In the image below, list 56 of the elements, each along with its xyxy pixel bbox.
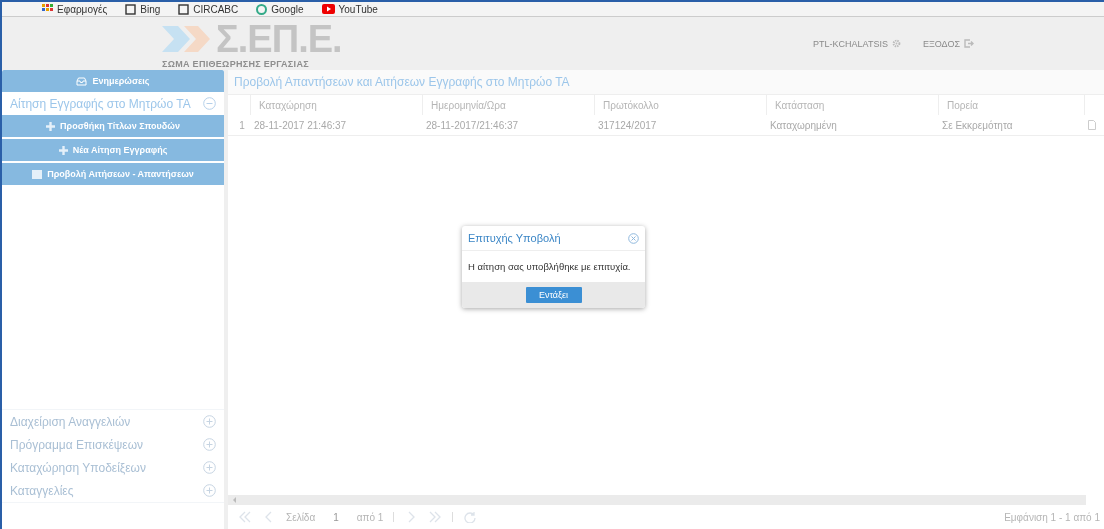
table-cell: 28-11-2017/21:46:37	[422, 115, 594, 136]
records-summary: Εμφάνιση 1 - 1 από 1	[1004, 511, 1100, 523]
gear-icon	[891, 39, 901, 48]
square-icon	[178, 3, 190, 15]
page-number-field[interactable]: 1	[325, 511, 347, 523]
expand-icon	[203, 461, 216, 474]
submenu-button[interactable]: Νέα Αίτηση Εγγραφής	[2, 139, 224, 161]
column-header[interactable]: Ημερομηνία/Ωρα	[422, 95, 594, 115]
table-cell: Καταχωρημένη	[766, 115, 938, 136]
menu-section[interactable]: Καταχώρηση Υποδείξεων	[2, 456, 224, 479]
user-link[interactable]: PTL-KCHALATSIS	[813, 38, 901, 49]
square-icon	[125, 3, 137, 15]
last-page-icon[interactable]	[428, 511, 443, 523]
submenu-button[interactable]: Προσθήκη Τίτλων Σπουδών	[2, 115, 224, 137]
logo-subtitle: ΣΩΜΑ ΕΠΙΘΕΩΡΗΣΗΣ ΕΡΓΑΣΙΑΣ	[162, 59, 309, 69]
dialog-message: Η αίτηση σας υποβλήθηκε με επιτυχία.	[467, 260, 632, 274]
row-number: 1	[228, 115, 250, 136]
expand-icon	[203, 484, 216, 497]
column-header[interactable]: Πρωτόκολλο	[594, 95, 766, 115]
circle-icon	[256, 3, 268, 15]
column-header[interactable]: Κατάσταση	[766, 95, 938, 115]
collapse-icon	[203, 97, 216, 110]
inbox-icon	[76, 76, 88, 86]
page-count: από 1	[356, 511, 384, 523]
dialog-title: Επιτυχής Υποβολή	[468, 232, 561, 244]
page-label: Σελίδα	[286, 511, 316, 523]
expand-icon	[203, 415, 216, 428]
menu-section[interactable]: Διαχείριση Αναγγελιών	[2, 410, 224, 433]
page-title: Προβολή Απαντήσεων και Αιτήσεων Εγγραφής στο Μητρώο ΤΑ	[228, 70, 1104, 95]
bookmark-link[interactable]: Bing	[125, 3, 161, 15]
logout-icon	[964, 39, 974, 48]
refresh-icon[interactable]	[463, 511, 478, 523]
scroll-left-icon	[232, 497, 238, 503]
ok-button[interactable]: Εντάξει	[525, 287, 582, 303]
bookmark-link[interactable]: Google	[256, 3, 304, 15]
bookmark-link[interactable]: Εφαρμογές	[42, 3, 108, 15]
plus-icon	[58, 145, 68, 155]
expand-icon	[203, 438, 216, 451]
column-header[interactable]: Καταχώρηση	[250, 95, 422, 115]
bookmark-link[interactable]: CIRCABC	[178, 3, 239, 15]
submenu-button[interactable]: Προβολή Αιτήσεων - Απαντήσεων	[2, 163, 224, 185]
bookmark-link[interactable]: YouTube	[321, 3, 378, 15]
table-icon	[32, 169, 43, 179]
logout-link[interactable]: ΕΞΟΔΟΣ	[922, 38, 974, 49]
menu-section[interactable]: Πρόγραμμα Επισκέψεων	[2, 433, 224, 456]
table-cell: Σε Εκκρεμότητα	[938, 115, 1084, 136]
plus-icon	[46, 121, 56, 131]
updates-button[interactable]: Ενημερώσεις	[2, 70, 224, 92]
first-page-icon[interactable]	[238, 511, 252, 523]
menu-section[interactable]: Αίτηση Εγγραφής στο Μητρώο ΤΑ	[2, 92, 224, 115]
document-icon[interactable]	[1088, 120, 1096, 130]
table-cell: 317124/2017	[594, 115, 766, 136]
close-icon[interactable]	[628, 232, 639, 244]
menu-section[interactable]: Καταγγελίες	[2, 479, 224, 502]
table-cell: 28-11-2017 21:46:37	[250, 115, 422, 136]
column-header[interactable]: Πορεία	[938, 95, 1084, 115]
